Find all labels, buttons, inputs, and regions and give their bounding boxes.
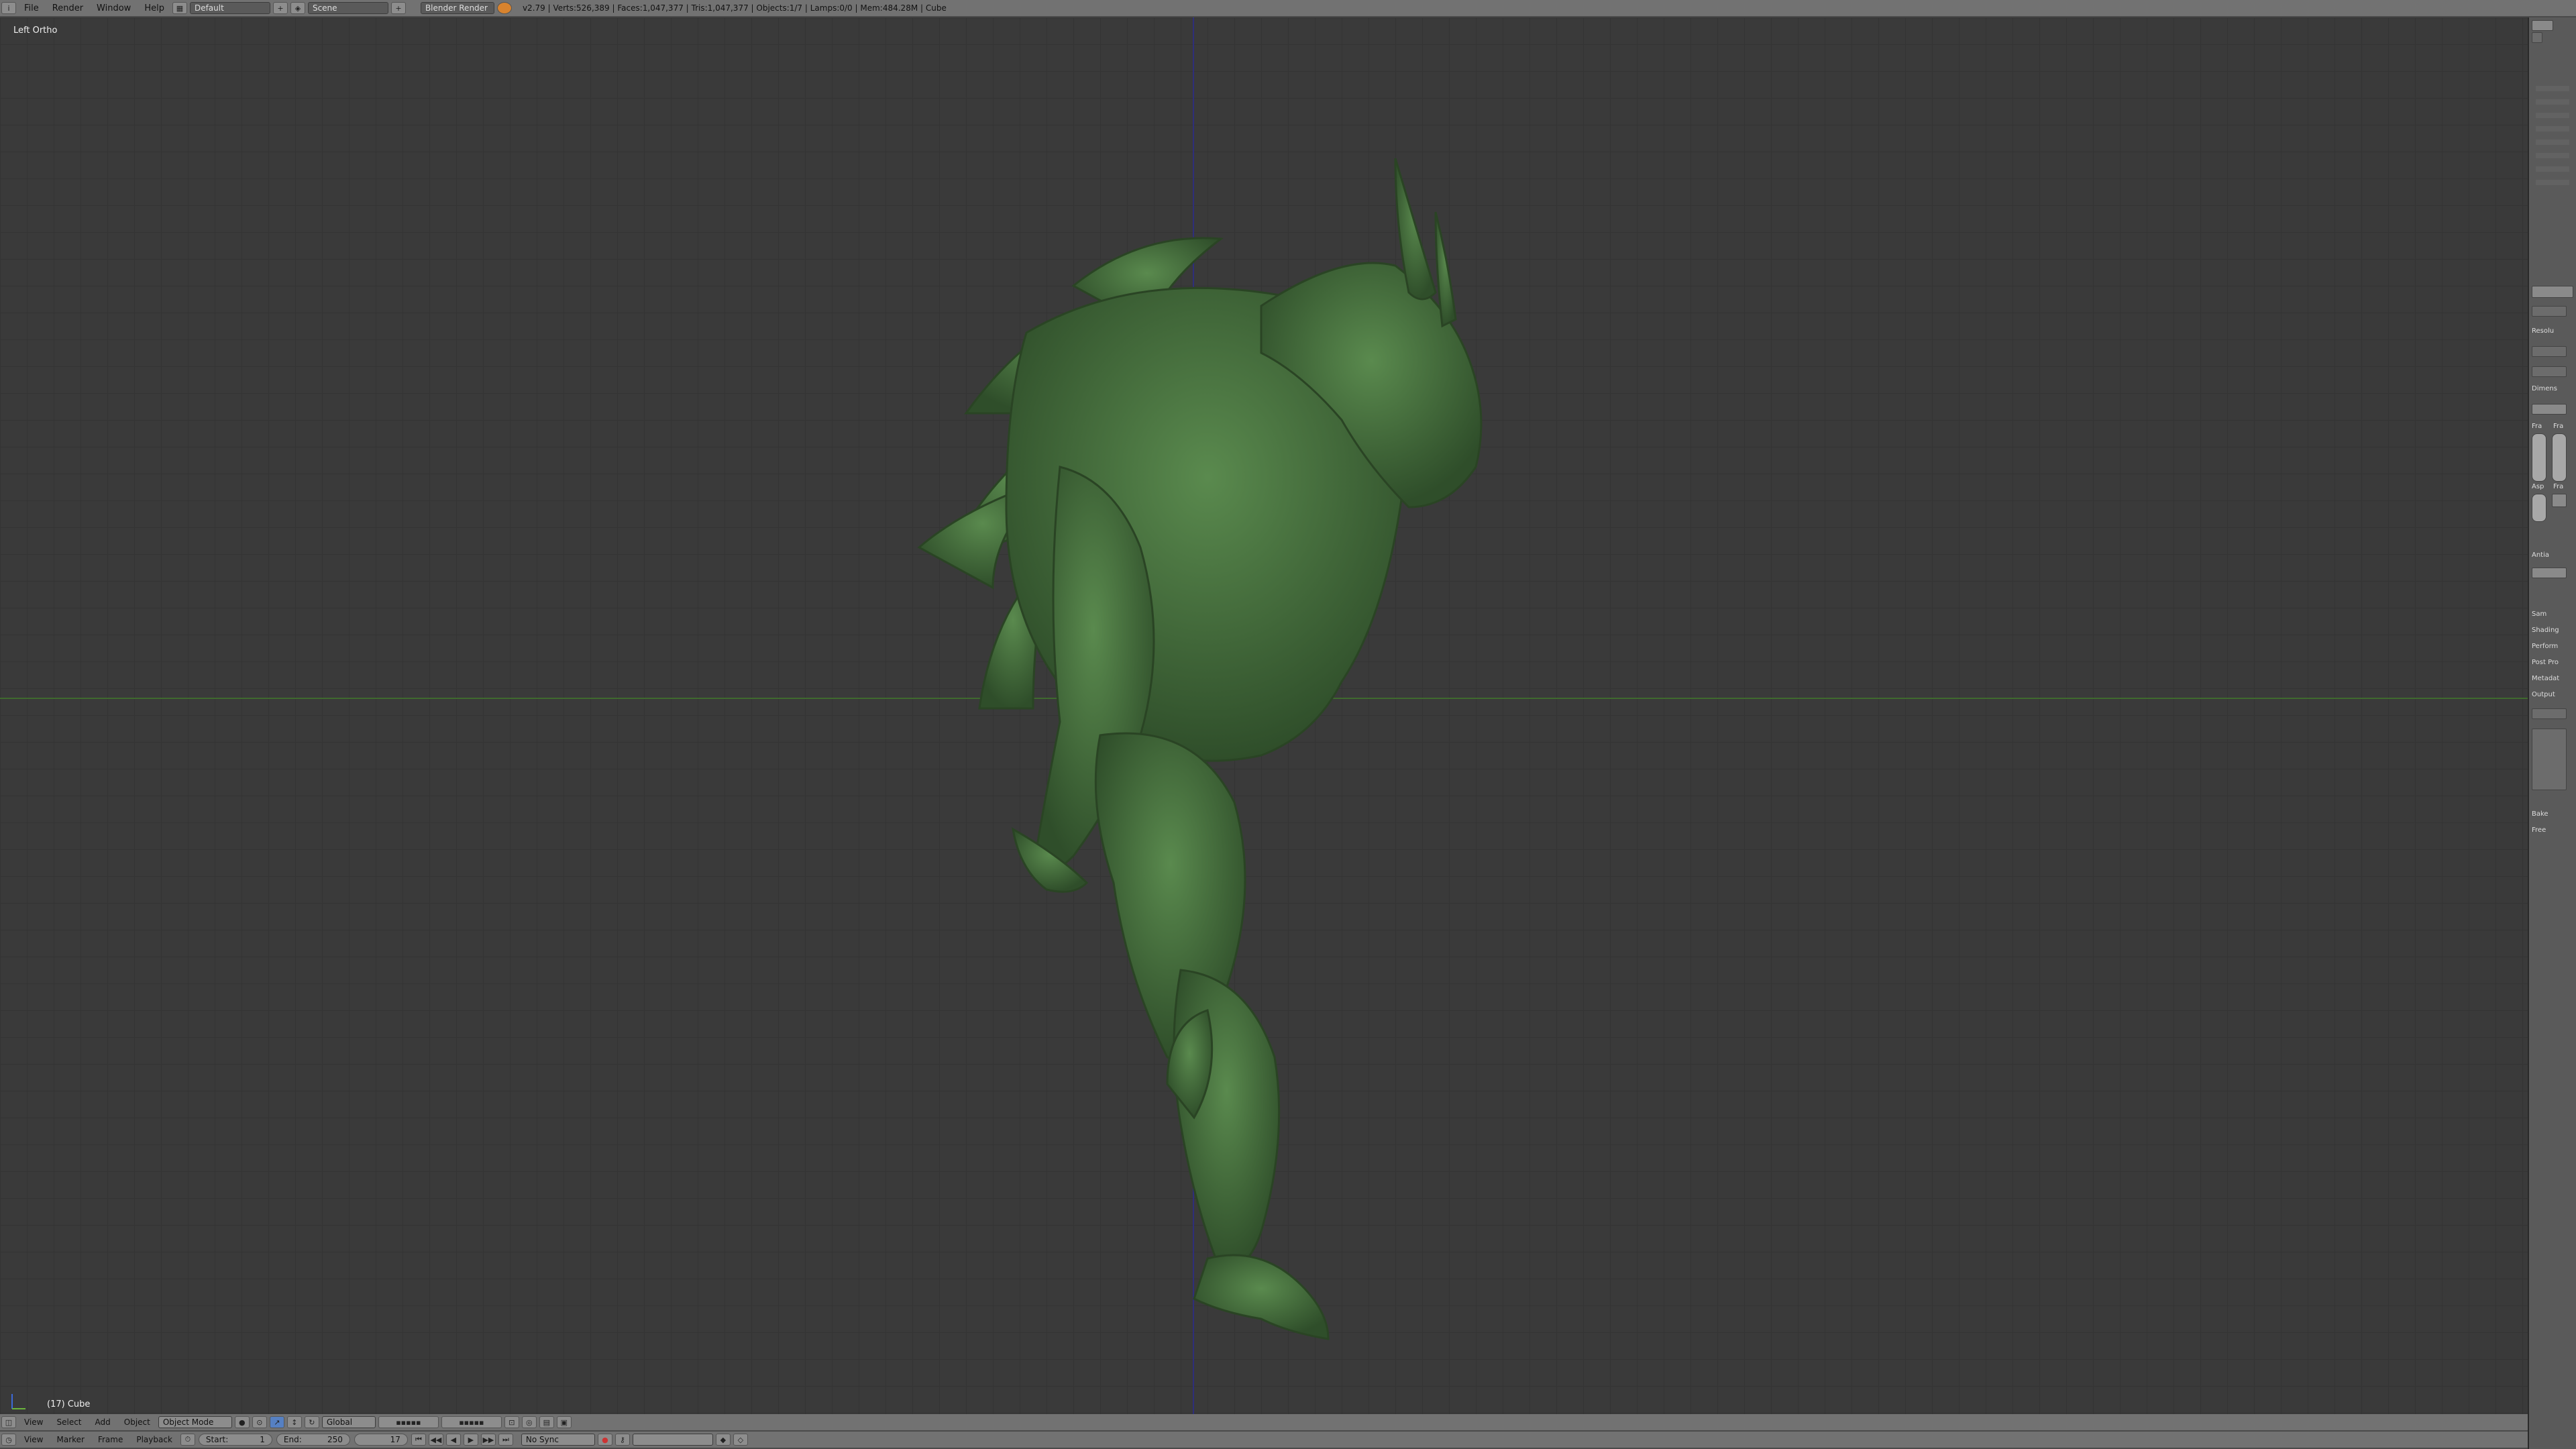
- menu-add[interactable]: Add: [95, 1417, 111, 1427]
- right-panels: Resolu Dimens Fra Fra Asp Fra Antia Sam …: [2528, 17, 2576, 1449]
- outliner-filter-icon[interactable]: [2532, 32, 2542, 43]
- transform-orientation-select[interactable]: Global: [321, 1416, 376, 1428]
- properties-tabs[interactable]: [2532, 286, 2573, 298]
- jump-start-icon[interactable]: ⏮: [411, 1434, 426, 1446]
- start-frame-label: Start:: [205, 1435, 229, 1444]
- timeline-menu-frame[interactable]: Frame: [98, 1435, 123, 1444]
- screen-layout-icon[interactable]: ▦: [172, 2, 187, 14]
- scene-icon[interactable]: ◈: [290, 2, 305, 14]
- panel-metadata[interactable]: Metadat: [2532, 675, 2573, 684]
- editor-type-icon[interactable]: i: [1, 2, 16, 14]
- jump-end-icon[interactable]: ⏭: [498, 1434, 513, 1446]
- end-frame-value: 250: [327, 1435, 343, 1444]
- add-layout-icon[interactable]: +: [272, 2, 288, 14]
- panel-sampled-motion[interactable]: Sam: [2532, 610, 2573, 620]
- render-buttons-2[interactable]: [2532, 366, 2567, 377]
- panel-output[interactable]: Output: [2532, 691, 2573, 700]
- prev-keyframe-icon[interactable]: ◀◀: [428, 1434, 443, 1446]
- output-path-field[interactable]: [2532, 708, 2567, 719]
- scene-stats: v2.79 | Verts:526,389 | Faces:1,047,377 …: [522, 3, 947, 13]
- keying-set-field[interactable]: [632, 1434, 713, 1446]
- pivot-point-icon[interactable]: ⊙: [252, 1416, 267, 1428]
- menu-view[interactable]: View: [24, 1417, 43, 1427]
- end-frame-label: End:: [283, 1435, 302, 1444]
- end-frame-field[interactable]: End: 250: [276, 1434, 350, 1446]
- blender-logo-icon: [496, 2, 512, 14]
- output-options[interactable]: [2532, 729, 2567, 790]
- current-frame-value: 17: [390, 1435, 400, 1444]
- render-preview-icon[interactable]: ▤: [539, 1416, 554, 1428]
- menu-help[interactable]: Help: [144, 3, 164, 13]
- frame-rate-label: Fra: [2553, 483, 2564, 490]
- preview-range-icon[interactable]: ⏱: [180, 1434, 195, 1446]
- panel-shading[interactable]: Shading: [2532, 627, 2573, 636]
- delete-keyframe-icon[interactable]: ◇: [733, 1434, 748, 1446]
- panel-dimensions[interactable]: Dimens: [2532, 385, 2573, 394]
- panel-bake[interactable]: Bake: [2532, 810, 2573, 820]
- play-reverse-icon[interactable]: ◀: [445, 1434, 461, 1446]
- dim-label-1: Fra: [2532, 423, 2542, 430]
- next-keyframe-icon[interactable]: ▶▶: [480, 1434, 496, 1446]
- panel-freestyle[interactable]: Free: [2532, 826, 2573, 836]
- start-frame-value: 1: [260, 1435, 265, 1444]
- panel-resolution[interactable]: Resolu: [2532, 327, 2573, 337]
- render-buttons[interactable]: [2532, 346, 2567, 357]
- menu-render[interactable]: Render: [52, 3, 83, 13]
- editor-type-timeline-icon[interactable]: ◷: [1, 1434, 16, 1446]
- editor-type-3d-icon[interactable]: ◫: [1, 1416, 16, 1428]
- menu-file[interactable]: File: [24, 3, 39, 13]
- start-frame-field[interactable]: Start: 1: [198, 1434, 272, 1446]
- screen-layout-field[interactable]: Default: [189, 2, 270, 14]
- viewport-shading-icon[interactable]: ●: [234, 1416, 250, 1428]
- render-tab-icons[interactable]: [2532, 306, 2567, 317]
- snap-icon[interactable]: ⊡: [504, 1416, 519, 1428]
- 3d-view-header: ◫ View Select Add Object Object Mode ● ⊙…: [0, 1414, 2528, 1432]
- dim-label-2: Fra: [2553, 423, 2564, 430]
- dimension-presets[interactable]: [2532, 404, 2567, 415]
- aspect-label: Asp: [2532, 483, 2544, 490]
- panel-performance[interactable]: Perform: [2532, 643, 2573, 652]
- timeline-menu-marker[interactable]: Marker: [56, 1435, 84, 1444]
- render-engine-select[interactable]: Blender Render: [420, 2, 494, 14]
- play-icon[interactable]: ▶: [463, 1434, 478, 1446]
- layers-grid-1[interactable]: ▪▪▪▪▪: [378, 1416, 439, 1428]
- manipulator-icon[interactable]: ↗: [269, 1416, 284, 1428]
- axis-gizmo-icon: [11, 1394, 25, 1409]
- interaction-mode-select[interactable]: Object Mode: [158, 1416, 232, 1428]
- sync-mode-select[interactable]: No Sync: [521, 1434, 595, 1446]
- outliner-header[interactable]: [2532, 20, 2553, 31]
- scene-field[interactable]: Scene: [307, 2, 388, 14]
- aspect-fields[interactable]: [2532, 494, 2546, 522]
- camera-icon[interactable]: ▣: [556, 1416, 572, 1428]
- add-scene-icon[interactable]: +: [390, 2, 406, 14]
- insert-keyframe-icon[interactable]: ◆: [715, 1434, 731, 1446]
- timeline-menu-playback[interactable]: Playback: [136, 1435, 172, 1444]
- rotate-icon[interactable]: ↻: [304, 1416, 319, 1428]
- panel-post-processing[interactable]: Post Pro: [2532, 659, 2573, 668]
- dragon-model[interactable]: [792, 131, 1597, 1406]
- frame-rate-select[interactable]: [2552, 494, 2567, 507]
- timeline-header: ◷ View Marker Frame Playback ⏱ Start: 1 …: [0, 1432, 2528, 1449]
- record-icon[interactable]: ●: [597, 1434, 612, 1446]
- aa-samples[interactable]: [2532, 568, 2567, 578]
- view-label: Left Ortho: [13, 25, 58, 36]
- 3d-viewport[interactable]: Left Ortho (17) Cube: [0, 17, 2528, 1414]
- frame-range-fields[interactable]: [2552, 433, 2567, 482]
- timeline-menu-view[interactable]: View: [24, 1435, 43, 1444]
- menu-window[interactable]: Window: [97, 3, 131, 13]
- resolution-fields[interactable]: [2532, 433, 2546, 482]
- outliner-list[interactable]: [2536, 78, 2569, 185]
- menu-select[interactable]: Select: [56, 1417, 81, 1427]
- panel-antialiasing[interactable]: Antia: [2532, 551, 2573, 561]
- proportional-edit-icon[interactable]: ◎: [521, 1416, 537, 1428]
- layers-grid-2[interactable]: ▪▪▪▪▪: [441, 1416, 502, 1428]
- current-frame-field[interactable]: 17: [354, 1434, 408, 1446]
- translate-icon[interactable]: ↕: [286, 1416, 302, 1428]
- info-header: i File Render Window Help ▦ Default + ◈ …: [0, 0, 2576, 17]
- active-object-label: (17) Cube: [47, 1399, 91, 1409]
- keying-set-icon[interactable]: ⚷: [614, 1434, 630, 1446]
- menu-object[interactable]: Object: [124, 1417, 150, 1427]
